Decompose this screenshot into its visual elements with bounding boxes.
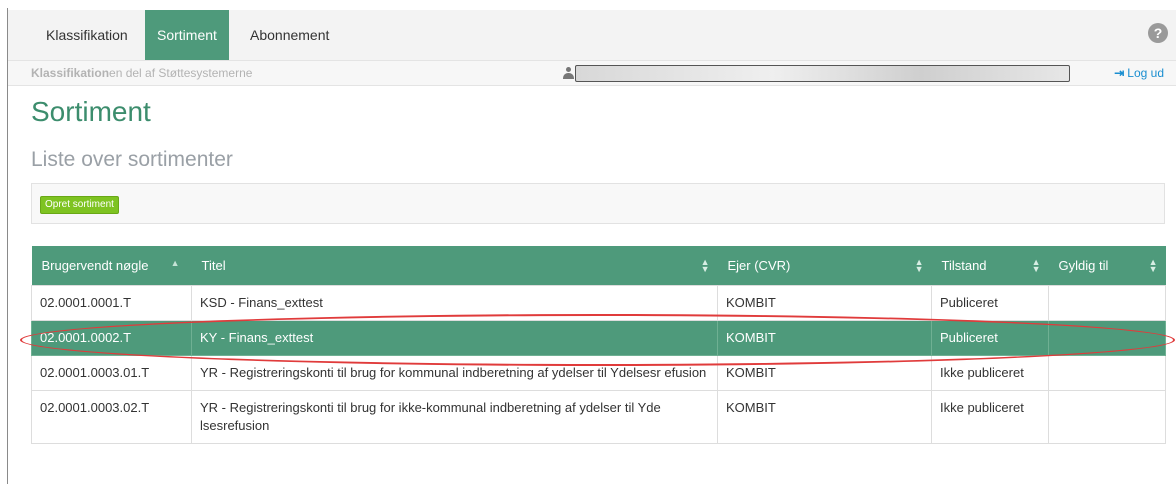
table-row[interactable]: 02.0001.0003.02.T YR - Registreringskont… — [31, 389, 1166, 444]
sortiment-table: Brugervendt nøgle ▲ Titel ▲ ▼ Ejer (CVR) ▲ ▼ … — [31, 246, 1166, 444]
cell-title: KSD - Finans_exttest — [191, 284, 718, 321]
cell-title: KY - Finans_exttest — [191, 319, 718, 356]
cell-title: YR - Registreringskonti til brug for kom… — [191, 354, 718, 391]
cell-owner: KOMBIT — [717, 284, 932, 321]
cell-state: Ikke publiceret — [931, 354, 1049, 391]
cell-owner: KOMBIT — [717, 389, 932, 444]
column-header-owner[interactable]: Ejer (CVR) ▲ ▼ — [717, 246, 932, 285]
toolbar: Opret sortiment — [31, 183, 1165, 224]
cell-key: 02.0001.0001.T — [31, 284, 192, 321]
sort-icon: ▲ ▼ — [1148, 257, 1158, 274]
sort-icon: ▲ ▼ — [700, 257, 710, 274]
page-title: Sortiment — [31, 96, 151, 127]
cell-valid — [1048, 389, 1166, 444]
logout-icon: ⇥ — [1114, 66, 1125, 80]
column-header-valid[interactable]: Gyldig til ▲ ▼ — [1048, 246, 1166, 285]
cell-key: 02.0001.0002.T — [31, 319, 192, 356]
table-row[interactable]: 02.0001.0003.01.T YR - Registreringskont… — [31, 354, 1166, 391]
column-header-title[interactable]: Titel ▲ ▼ — [191, 246, 718, 285]
tab-abonnement[interactable]: Abonnement — [238, 10, 341, 60]
user-bar: Klassifikationen del af Støttesystemerne… — [8, 60, 1176, 86]
table-row-selected[interactable]: 02.0001.0002.T KY - Finans_exttest KOMBI… — [31, 319, 1166, 356]
cell-valid — [1048, 354, 1166, 391]
section-title: Liste over sortimenter — [31, 148, 233, 171]
app-name: Klassifikationen del af Støttesystemerne — [31, 66, 253, 80]
sort-asc-icon: ▲ — [170, 258, 180, 268]
redacted-user-info — [575, 65, 1070, 82]
cell-state: Ikke publiceret — [931, 389, 1049, 444]
table-header-row: Brugervendt nøgle ▲ Titel ▲ ▼ Ejer (CVR) ▲ ▼ … — [31, 246, 1166, 285]
cell-title: YR - Registreringskonti til brug for ikk… — [191, 389, 718, 444]
sort-icon: ▲ ▼ — [914, 257, 924, 274]
cell-owner: KOMBIT — [717, 354, 932, 391]
cell-state: Publiceret — [931, 319, 1049, 356]
cell-key: 02.0001.0003.02.T — [31, 389, 192, 444]
top-nav: Klassifikation Sortiment Abonnement ? — [8, 10, 1176, 60]
column-header-key[interactable]: Brugervendt nøgle ▲ — [31, 246, 192, 285]
cell-key: 02.0001.0003.01.T — [31, 354, 192, 391]
tab-sortiment[interactable]: Sortiment — [145, 10, 229, 60]
sort-icon: ▲ ▼ — [1031, 257, 1041, 274]
logout-link[interactable]: ⇥ Log ud — [1114, 66, 1164, 80]
cell-owner: KOMBIT — [717, 319, 932, 356]
tab-klassifikation[interactable]: Klassifikation — [34, 10, 140, 60]
cell-valid — [1048, 284, 1166, 321]
create-sortiment-button[interactable]: Opret sortiment — [40, 196, 119, 214]
question-circle-icon[interactable]: ? — [1148, 23, 1168, 43]
column-header-state[interactable]: Tilstand ▲ ▼ — [931, 246, 1049, 285]
app-window: Klassifikation Sortiment Abonnement ? Kl… — [0, 0, 1176, 484]
cell-valid — [1048, 319, 1166, 356]
table-row[interactable]: 02.0001.0001.T KSD - Finans_exttest KOMB… — [31, 284, 1166, 321]
cell-state: Publiceret — [931, 284, 1049, 321]
user-icon — [563, 67, 574, 79]
